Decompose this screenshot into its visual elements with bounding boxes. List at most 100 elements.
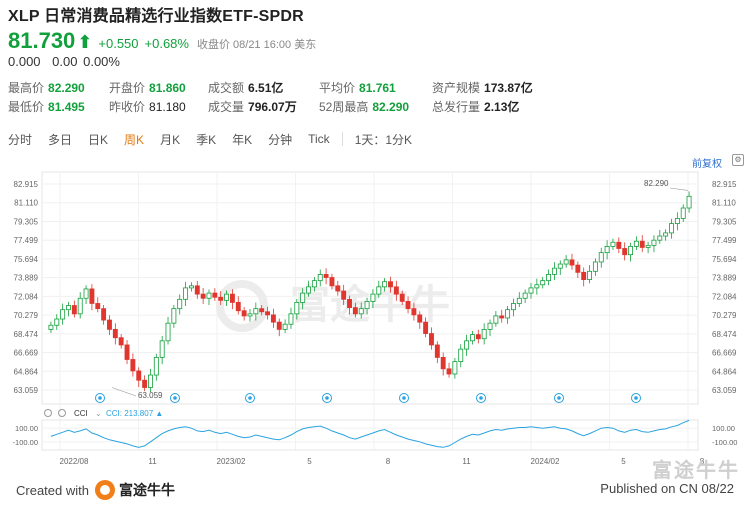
candle-body — [95, 303, 101, 310]
candle-body — [657, 235, 663, 241]
stat-shares: 总发行量 2.13亿 — [432, 100, 520, 114]
y-tick-left: 63.059 — [14, 386, 39, 395]
candle-body — [165, 322, 171, 342]
candle-body — [604, 246, 610, 254]
y-tick-left: 66.669 — [14, 349, 39, 358]
x-tick: 11 — [462, 457, 471, 466]
candle-body — [376, 286, 382, 295]
y-tick-left: 64.864 — [14, 367, 39, 376]
x-tick: 2024/02 — [531, 457, 560, 466]
candle-body — [493, 315, 499, 324]
candle-body — [224, 293, 230, 301]
settings-icon[interactable]: ⚙ — [732, 154, 744, 166]
candle-body — [235, 302, 241, 312]
candle-body — [294, 302, 300, 315]
candle-body — [622, 248, 628, 256]
ticker-title: XLP 日常消费品精选行业指数ETF-SPDR — [8, 8, 304, 25]
candle-body — [107, 319, 112, 330]
y-tick-left: 72.084 — [14, 292, 39, 301]
cci-tick-right: -100.00 — [712, 438, 737, 447]
dividend-icon-dot — [248, 396, 252, 400]
footer-created: Created with 富途牛牛 — [16, 480, 175, 500]
candle-body — [300, 292, 306, 303]
chevron-down-icon: ⌄ — [95, 409, 102, 418]
candle-body — [136, 370, 142, 381]
candle-body — [633, 240, 639, 247]
candle-body — [60, 309, 66, 320]
after-price: 0.000 — [8, 54, 41, 69]
kline-chart[interactable]: 82.915 82.915 81.110 81.110 79.305 79.305 77.4… — [0, 168, 750, 478]
tab-daily-k[interactable]: 日K — [80, 131, 116, 148]
price-change: +0.550 — [98, 36, 139, 51]
chart-tools: ⚙ — [732, 154, 744, 166]
stat-open: 开盘价 81.860 — [109, 81, 186, 95]
y-tick-right: 77.499 — [712, 236, 737, 245]
candle-body — [470, 334, 475, 342]
tab-monthly-k[interactable]: 月K — [152, 131, 188, 148]
tab-1day-1min[interactable]: 1天：1分K — [347, 131, 420, 148]
tab-quarterly-k[interactable]: 季K — [188, 131, 224, 148]
price-change-pct: +0.68% — [144, 36, 189, 51]
watermark-small: 富途牛牛 — [652, 460, 740, 482]
candle-body — [89, 288, 95, 304]
candle-body — [317, 274, 323, 282]
last-price: 81.730 — [8, 28, 76, 53]
candle-body — [329, 277, 335, 287]
stat-turnover: 成交额 6.51亿 — [208, 81, 284, 95]
candle-body — [499, 315, 505, 319]
candle-body — [674, 217, 680, 224]
candle-body — [311, 280, 317, 288]
y-tick-right: 79.305 — [712, 217, 737, 226]
candle-body — [528, 287, 534, 294]
y-tick-left: 70.279 — [14, 311, 39, 320]
candle-body — [487, 322, 493, 330]
candle-body — [101, 308, 107, 321]
y-tick-left: 73.889 — [14, 274, 39, 283]
candle-body — [434, 344, 440, 358]
y-tick-left: 75.694 — [14, 255, 39, 264]
cci-tick-right: 100.00 — [712, 424, 735, 433]
y-tick-left: 68.474 — [14, 330, 39, 339]
stat-aum: 资产规模 173.87亿 — [432, 81, 533, 95]
tab-timeshare[interactable]: 分时 — [0, 131, 40, 148]
y-tick-left: 77.499 — [14, 236, 39, 245]
candle-body — [194, 285, 200, 295]
candle-body — [282, 323, 288, 330]
candle-body — [148, 374, 153, 388]
candle-body — [540, 280, 546, 286]
x-tick: 2023/02 — [217, 457, 246, 466]
candle-body — [645, 244, 651, 248]
y-tick-right: 66.669 — [712, 349, 737, 358]
cci-frame — [41, 419, 699, 451]
candle-body — [130, 359, 136, 372]
candle-body — [446, 368, 452, 375]
cci-tick-left: 100.00 — [15, 424, 38, 433]
price-row: 81.730 ⬆ +0.550 +0.68% 收盘价 08/21 16:00 美… — [8, 28, 744, 54]
quote-header: XLP 日常消费品精选行业指数ETF-SPDR 81.730 ⬆ +0.550 … — [8, 6, 744, 70]
candle-body — [628, 246, 633, 256]
candle-body — [83, 288, 89, 299]
tab-weekly-k[interactable]: 周K — [116, 131, 152, 148]
candle-body — [118, 337, 124, 346]
tab-yearly-k[interactable]: 年K — [224, 131, 260, 148]
candle-body — [388, 281, 393, 288]
candle-body — [306, 286, 311, 294]
candle-body — [475, 334, 481, 340]
brand-name: 富途牛牛 — [118, 482, 175, 498]
candle-body — [364, 300, 370, 310]
tab-multiday[interactable]: 多日 — [40, 131, 80, 148]
low-marker: 63.059 — [138, 391, 163, 400]
high-marker: 82.290 — [644, 179, 669, 188]
dividend-icon-dot — [557, 396, 561, 400]
candle-body — [581, 271, 587, 281]
tab-minute[interactable]: 分钟 — [260, 131, 300, 148]
candle-body — [247, 313, 253, 317]
cci-line — [50, 419, 690, 448]
stat-prev-close: 昨收价 81.180 — [109, 100, 186, 114]
candle-body — [66, 305, 71, 311]
candle-body — [276, 321, 282, 330]
tab-tick[interactable]: Tick — [300, 132, 338, 146]
candle-body — [77, 297, 83, 315]
candle-body — [352, 307, 358, 315]
candle-body — [142, 379, 148, 388]
